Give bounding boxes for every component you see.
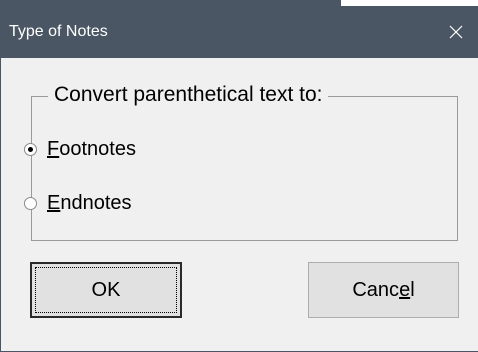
footnotes-radio[interactable] (24, 143, 37, 156)
cancel-access-key: e (399, 278, 411, 301)
title-bar[interactable]: Type of Notes (1, 6, 478, 58)
footnotes-radio-option[interactable]: Footnotes (24, 138, 136, 161)
cancel-label-pre: Canc (352, 278, 400, 301)
footnotes-access-key: F (47, 138, 60, 160)
footnotes-label-rest: ootnotes (59, 138, 136, 160)
cancel-button-label: Cancel (352, 279, 414, 302)
endnotes-radio[interactable] (24, 197, 37, 210)
group-legend: Convert parenthetical text to: (48, 80, 329, 110)
ok-button[interactable]: OK (30, 262, 182, 318)
endnotes-label[interactable]: Endnotes (47, 192, 132, 215)
footnotes-label[interactable]: Footnotes (47, 138, 136, 161)
close-icon (449, 25, 463, 39)
window-title: Type of Notes (9, 23, 108, 40)
dialog-body: Convert parenthetical text to: Footnotes… (2, 58, 478, 351)
type-of-notes-dialog: Type of Notes Convert parenthetical text… (0, 0, 478, 352)
cancel-button[interactable]: Cancel (308, 262, 459, 318)
cancel-label-post: l (410, 278, 415, 301)
convert-options-group: Convert parenthetical text to: (31, 80, 458, 241)
close-button[interactable] (433, 6, 478, 58)
endnotes-access-key: E (47, 192, 61, 214)
endnotes-label-rest: ndnotes (60, 192, 132, 214)
ok-button-label: OK (91, 278, 121, 301)
endnotes-radio-option[interactable]: Endnotes (24, 192, 132, 215)
